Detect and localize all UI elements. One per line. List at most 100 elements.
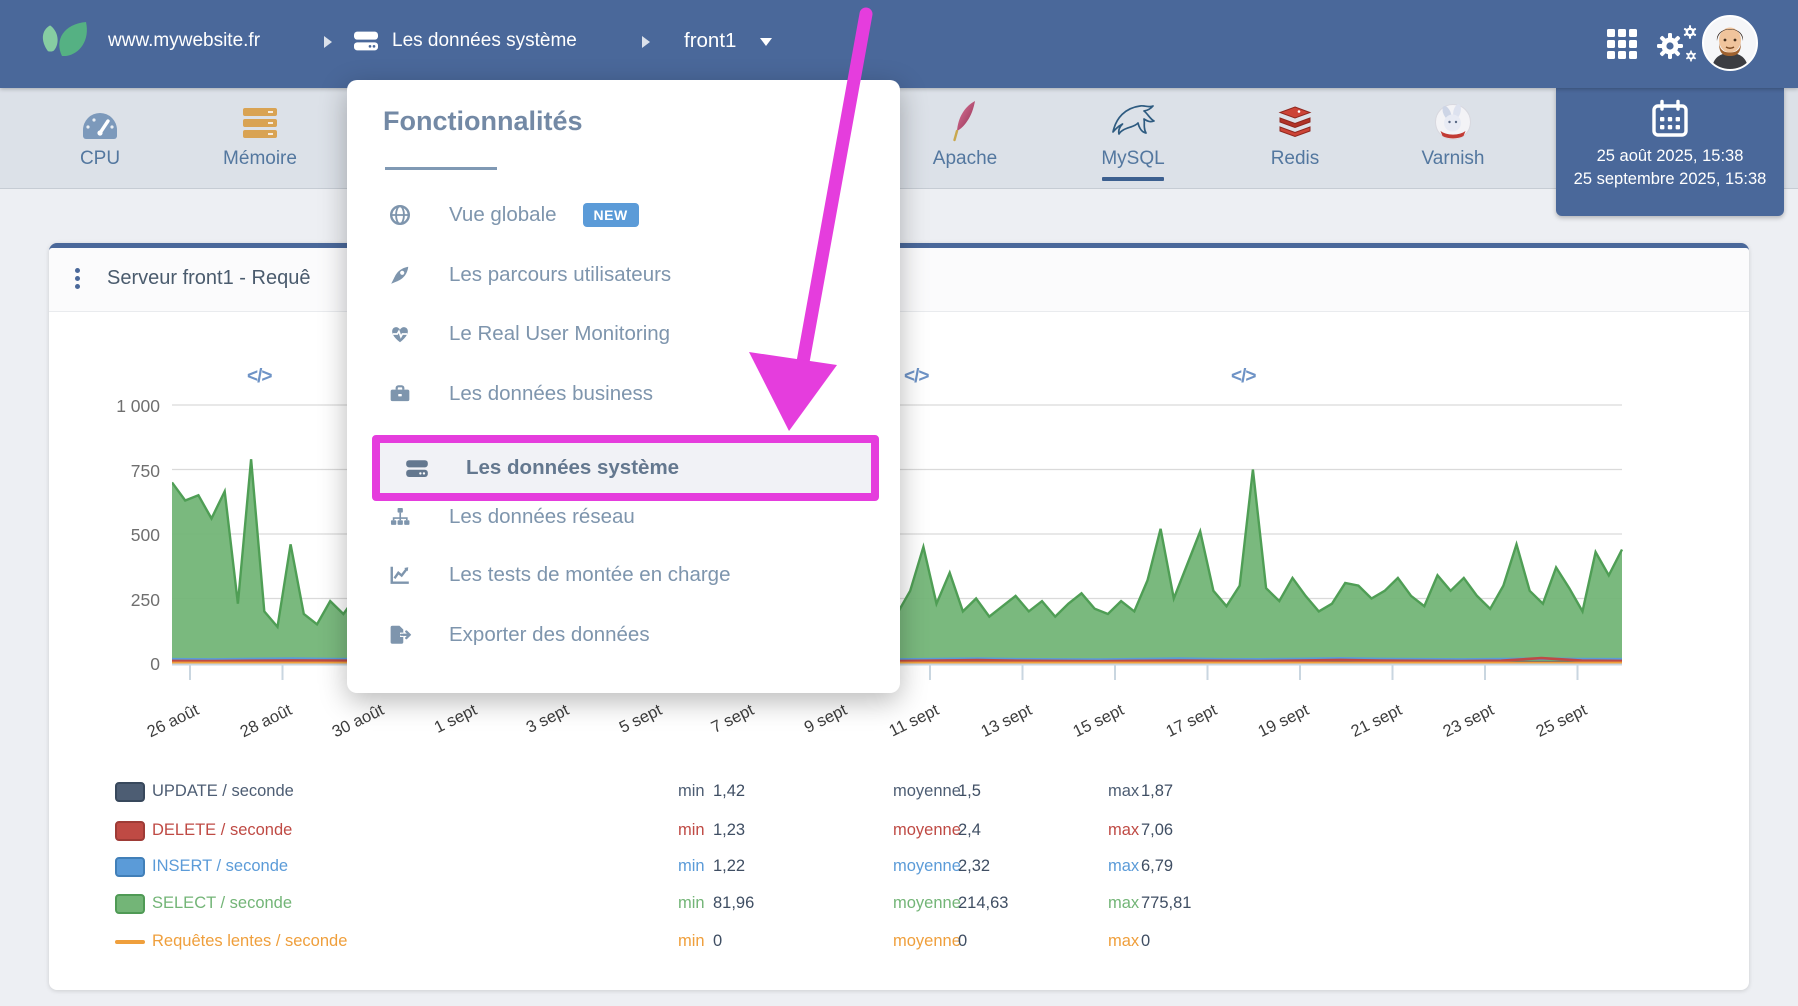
breadcrumb-server[interactable]: front1 bbox=[684, 29, 736, 53]
date-range-start: 25 août 2025, 15:38 bbox=[1556, 145, 1784, 168]
toolbar-item-label: Mémoire bbox=[195, 148, 325, 170]
x-tick-label: 26 août bbox=[113, 701, 202, 758]
briefcase-icon bbox=[387, 383, 413, 405]
legend-swatch bbox=[115, 894, 145, 914]
file-export-icon bbox=[387, 624, 413, 646]
x-tick-label: 3 sept bbox=[483, 701, 572, 758]
menu-item-label: Les données système bbox=[466, 456, 679, 480]
x-tick-label: 5 sept bbox=[575, 701, 664, 758]
menu-item[interactable]: Exporter des données bbox=[387, 615, 650, 655]
menu-item-label: Les données réseau bbox=[449, 505, 635, 529]
features-dropdown: Fonctionnalités Vue globale NEW Les parcou… bbox=[347, 80, 900, 693]
breadcrumb-section[interactable]: Les données système bbox=[392, 30, 577, 52]
leaf-logo-icon[interactable] bbox=[40, 20, 92, 68]
legend-label: UPDATE / seconde bbox=[152, 782, 294, 801]
globe-icon bbox=[387, 204, 413, 226]
stat-avg-value: 2,32 bbox=[958, 857, 990, 876]
stat-min-label: min bbox=[678, 932, 705, 951]
y-tick-label: 500 bbox=[90, 525, 160, 546]
toolbar-item-apache[interactable]: Apache bbox=[900, 88, 1030, 188]
legend-row[interactable]: UPDATE / secondemin1,42moyenne1,5max1,87 bbox=[115, 782, 1675, 806]
x-tick-label: 1 sept bbox=[390, 701, 479, 758]
toolbar-item-cpu[interactable]: CPU bbox=[40, 88, 160, 188]
toolbar-item-mysql[interactable]: MySQL bbox=[1068, 88, 1198, 188]
x-tick-label: 13 sept bbox=[945, 701, 1034, 758]
menu-item[interactable]: Les données business bbox=[387, 374, 653, 414]
stat-avg-label: moyenne bbox=[893, 821, 961, 840]
toolbar-item-varnish[interactable]: Varnish bbox=[1388, 88, 1518, 188]
stat-min-label: min bbox=[678, 857, 705, 876]
varnish-icon bbox=[1388, 88, 1518, 142]
settings-gears-icon[interactable] bbox=[1652, 24, 1698, 64]
y-tick-label: 1 000 bbox=[90, 396, 160, 417]
legend-row[interactable]: Requêtes lentes / secondemin0moyenne0max… bbox=[115, 932, 1675, 956]
code-deploy-marker-icon[interactable]: </> bbox=[247, 366, 271, 388]
legend-label: Requêtes lentes / seconde bbox=[152, 932, 347, 951]
stat-avg-label: moyenne bbox=[893, 857, 961, 876]
menu-item[interactable]: Les données réseau bbox=[387, 497, 635, 537]
stat-min-value: 0 bbox=[713, 932, 722, 951]
breadcrumb-site[interactable]: www.mywebsite.fr bbox=[108, 30, 260, 52]
stat-min-label: min bbox=[678, 782, 705, 801]
toolbar-item-label: Redis bbox=[1230, 148, 1360, 170]
toolbar-item-label: Varnish bbox=[1388, 148, 1518, 170]
stat-max-value: 6,79 bbox=[1141, 857, 1173, 876]
user-avatar[interactable] bbox=[1702, 15, 1758, 71]
new-badge: NEW bbox=[583, 203, 639, 227]
date-range-end: 25 septembre 2025, 15:38 bbox=[1556, 168, 1784, 191]
legend-row[interactable]: INSERT / secondemin1,22moyenne2,32max6,7… bbox=[115, 857, 1675, 881]
chart-line-icon bbox=[387, 564, 413, 586]
stat-max-label: max bbox=[1108, 821, 1139, 840]
toolbar-item-redis[interactable]: Redis bbox=[1230, 88, 1360, 188]
legend-row[interactable]: SELECT / secondemin81,96moyenne214,63max… bbox=[115, 894, 1675, 918]
stat-avg-label: moyenne bbox=[893, 894, 961, 913]
server-icon bbox=[352, 29, 380, 53]
panel-title: Serveur front1 - Requê bbox=[107, 267, 310, 290]
mysql-icon bbox=[1068, 88, 1198, 142]
stat-max-value: 7,06 bbox=[1141, 821, 1173, 840]
menu-item-label: Exporter des données bbox=[449, 623, 650, 647]
menu-item[interactable]: Les parcours utilisateurs bbox=[387, 255, 671, 295]
legend-label: DELETE / seconde bbox=[152, 821, 292, 840]
toolbar-item-label: Apache bbox=[900, 148, 1030, 170]
stat-max-value: 1,87 bbox=[1141, 782, 1173, 801]
breadcrumb-separator-icon bbox=[324, 36, 332, 48]
stat-min-value: 1,22 bbox=[713, 857, 745, 876]
y-tick-label: 250 bbox=[90, 590, 160, 611]
panel-menu-kebab-icon[interactable] bbox=[75, 265, 83, 292]
stat-min-value: 1,23 bbox=[713, 821, 745, 840]
stat-avg-value: 0 bbox=[958, 932, 967, 951]
x-tick-label: 23 sept bbox=[1408, 701, 1497, 758]
chevron-down-icon[interactable] bbox=[760, 38, 772, 46]
x-tick-label: 7 sept bbox=[668, 701, 757, 758]
code-deploy-marker-icon[interactable]: </> bbox=[904, 366, 928, 388]
toolbar-item-mémoire[interactable]: Mémoire bbox=[195, 88, 325, 188]
stat-avg-label: moyenne bbox=[893, 782, 961, 801]
stat-min-label: min bbox=[678, 821, 705, 840]
stat-max-label: max bbox=[1108, 894, 1139, 913]
x-tick-label: 25 sept bbox=[1500, 701, 1589, 758]
menu-item[interactable]: Le Real User Monitoring bbox=[387, 314, 670, 354]
dropdown-title: Fonctionnalités bbox=[383, 106, 583, 137]
x-tick-label: 11 sept bbox=[853, 701, 942, 758]
dropdown-divider bbox=[385, 167, 497, 170]
toolbar-item-label: MySQL bbox=[1068, 148, 1198, 170]
code-deploy-marker-icon[interactable]: </> bbox=[1231, 366, 1255, 388]
stat-avg-value: 2,4 bbox=[958, 821, 981, 840]
legend-row[interactable]: DELETE / seconde min 1,23 moyenne2,4 max7,06 bbox=[115, 821, 1675, 845]
active-tab-indicator bbox=[1102, 177, 1164, 181]
date-range-picker[interactable]: 25 août 2025, 15:38 25 septembre 2025, 1… bbox=[1556, 88, 1784, 216]
apps-grid-icon[interactable] bbox=[1606, 28, 1638, 60]
sitemap-icon bbox=[387, 506, 413, 528]
menu-item-label: Vue globale bbox=[449, 203, 557, 227]
x-tick-label: 30 août bbox=[298, 701, 387, 758]
x-tick-label: 9 sept bbox=[760, 701, 849, 758]
stat-max-value: 775,81 bbox=[1141, 894, 1191, 913]
redis-icon bbox=[1230, 88, 1360, 142]
menu-item-highlighted[interactable]: Les données système bbox=[372, 435, 879, 501]
x-tick-label: 15 sept bbox=[1038, 701, 1127, 758]
x-tick-label: 21 sept bbox=[1315, 701, 1404, 758]
menu-item[interactable]: Les tests de montée en charge bbox=[387, 555, 731, 595]
menu-item[interactable]: Vue globale NEW bbox=[387, 195, 639, 235]
menu-item-label: Le Real User Monitoring bbox=[449, 322, 670, 346]
